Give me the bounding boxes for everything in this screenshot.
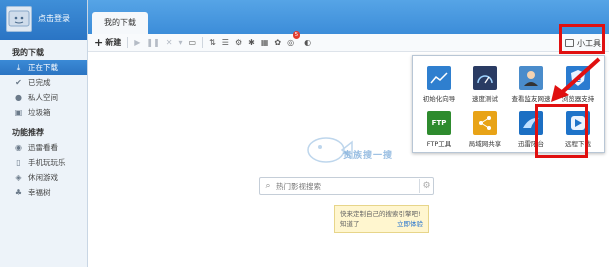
tool-label: 速度测试	[472, 95, 498, 103]
tool-label: FTP工具	[426, 140, 452, 148]
sidebar-item-trash[interactable]: ▣ 垃圾箱	[0, 105, 87, 120]
check-icon: ✔	[15, 78, 22, 87]
sidebar-item-happy-tree[interactable]: ♣ 幸福树	[0, 185, 87, 200]
new-button[interactable]: + 新建	[94, 36, 121, 50]
video-icon: ◉	[15, 143, 22, 152]
sidebar-item-label: 正在下载	[28, 63, 58, 72]
search-icon: ⌕	[265, 181, 271, 191]
tool-label: 初始化向导	[422, 95, 456, 103]
sidebar-item-label: 休闲游戏	[28, 173, 58, 182]
section-my-downloads: 我的下载	[12, 48, 44, 57]
tool-label: 局域网共享	[468, 140, 502, 148]
sidebar-item-label: 幸福树	[28, 188, 51, 197]
tab-my-downloads[interactable]: 我的下载	[92, 12, 148, 34]
new-button-label: 新建	[105, 38, 122, 47]
tool-ftp[interactable]: FTP FTP工具	[417, 111, 461, 148]
tool-speed-test[interactable]: 速度测试	[463, 66, 507, 103]
hot-video-search[interactable]: ⌕ 热门影视搜索 ⚙	[259, 177, 434, 195]
remote-download-highlight	[535, 104, 588, 158]
sidebar-item-label: 迅雷看看	[28, 143, 58, 152]
sidebar-item-xunlei-kankan[interactable]: ◉ 迅雷看看	[0, 140, 87, 155]
share-icon	[473, 111, 497, 135]
tip-try-link[interactable]: 立即体验	[397, 219, 423, 229]
search-tip-popup: 快来定制自己的搜索引擎吧! 知道了 立即体验	[334, 205, 429, 233]
tip-text: 快来定制自己的搜索引擎吧!	[340, 210, 421, 218]
notification-icon[interactable]: ◎ 5	[287, 30, 301, 50]
sidebar-item-completed[interactable]: ✔ 已完成	[0, 75, 87, 90]
sidebar-item-label: 已完成	[28, 78, 51, 87]
avatar[interactable]	[6, 6, 32, 32]
sidebar-item-casual-games[interactable]: ◈ 休闲游戏	[0, 170, 87, 185]
tip-dismiss-link[interactable]: 知道了	[340, 219, 360, 229]
person-icon: ●	[15, 93, 22, 102]
sidebar-item-label: 垃圾箱	[28, 108, 51, 117]
red-arrow-icon	[551, 57, 601, 102]
gamepad-toolbar-icon[interactable]: ◐	[304, 36, 311, 50]
toolbar-divider	[127, 37, 129, 48]
sidebar-item-label: 私人空间	[28, 93, 58, 102]
tab-bar: 我的下载	[88, 0, 609, 34]
sidebar-item-label: 手机玩玩乐	[28, 158, 66, 167]
calendar-icon[interactable]: ▦	[261, 36, 269, 50]
tree-icon: ♣	[14, 188, 23, 197]
ftp-icon: FTP	[427, 111, 451, 135]
sidebar-item-downloading[interactable]: ⤓ 正在下载	[0, 60, 87, 75]
tool-lan-share[interactable]: 局域网共享	[463, 111, 507, 148]
tool-init-wizard[interactable]: 初始化向导	[417, 66, 461, 103]
search-settings-icon[interactable]: ⚙	[419, 179, 433, 193]
login-link[interactable]: 点击登录	[38, 13, 70, 24]
gear-icon[interactable]: ⚙	[235, 36, 242, 50]
download-icon: ⤓	[16, 63, 21, 72]
toolbar: + 新建 ▶ ❚❚ ✕ ▾ ▭ ⇅ ☰ ⚙ ✱ ▦ ✿ ◎ 5 ◐	[88, 30, 609, 52]
notification-badge: 5	[292, 30, 301, 39]
gamepad-icon: ◈	[15, 173, 22, 182]
sidebar: 点击登录 我的下载 ⤓ 正在下载 ✔ 已完成 ● 私人空间 ▣ 垃圾箱 功能推荐…	[0, 0, 88, 267]
sidebar-item-phone-fun[interactable]: ▯ 手机玩玩乐	[0, 155, 87, 170]
tools-button-highlight	[559, 24, 605, 54]
folder-icon[interactable]: ▭	[189, 36, 197, 50]
sidebar-header: 点击登录	[0, 0, 87, 40]
list-icon[interactable]: ☰	[222, 36, 229, 50]
globe-icon[interactable]: ✿	[274, 36, 281, 50]
search-input[interactable]: 热门影视搜索	[276, 181, 419, 192]
support-person-icon	[519, 66, 543, 90]
trash-icon: ▣	[14, 108, 23, 117]
sort-icon[interactable]: ⇅	[209, 36, 216, 50]
speed-limit-icon[interactable]: ✱	[248, 36, 255, 50]
play-icon[interactable]: ▶	[134, 36, 140, 50]
speedometer-icon	[473, 66, 497, 90]
wizard-chart-icon	[427, 66, 451, 90]
delete-icon[interactable]: ✕	[166, 36, 173, 50]
chevron-down-icon[interactable]: ▾	[178, 36, 182, 50]
watermark-text: 贵族搜一搜	[343, 151, 394, 161]
toolbar-divider	[202, 37, 204, 48]
sidebar-item-private-space[interactable]: ● 私人空间	[0, 90, 87, 105]
plus-icon: +	[94, 36, 104, 49]
pause-icon[interactable]: ❚❚	[146, 36, 159, 50]
phone-icon: ▯	[16, 158, 21, 167]
section-features: 功能推荐	[12, 128, 44, 137]
